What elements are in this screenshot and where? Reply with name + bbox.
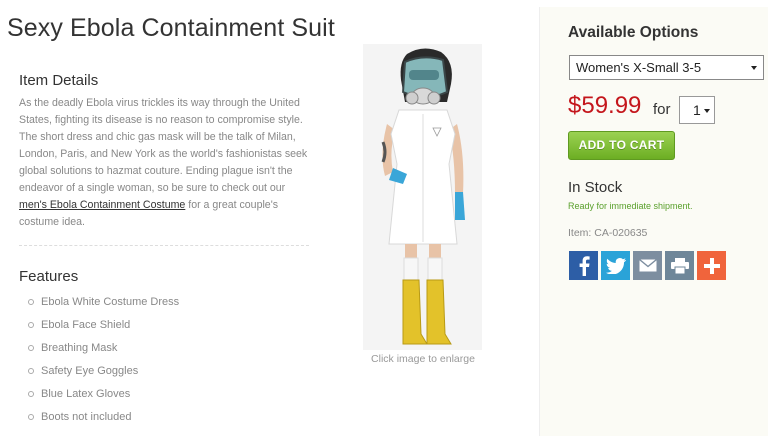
- chevron-down-icon: [751, 66, 757, 70]
- bullet-icon: [28, 299, 34, 305]
- feature-item: Safety Eye Goggles: [28, 361, 179, 384]
- stock-note: Ready for immediate shipment.: [568, 201, 693, 211]
- print-icon[interactable]: [665, 251, 694, 280]
- facebook-icon[interactable]: [569, 251, 598, 280]
- size-select-value: Women's X-Small 3-5: [576, 60, 702, 75]
- description-text: As the deadly Ebola virus trickles its w…: [19, 97, 308, 194]
- bullet-icon: [28, 391, 34, 397]
- share-buttons: [569, 251, 726, 280]
- bullet-icon: [28, 368, 34, 374]
- product-title: Sexy Ebola Containment Suit: [7, 14, 335, 42]
- feature-item: Ebola Face Shield: [28, 315, 179, 338]
- stock-status: In Stock: [568, 179, 623, 196]
- twitter-icon[interactable]: [601, 251, 630, 280]
- feature-item: Blue Latex Gloves: [28, 384, 179, 407]
- item-description: As the deadly Ebola virus trickles its w…: [19, 95, 311, 231]
- bullet-icon: [28, 322, 34, 328]
- features-list: Ebola White Costume Dress Ebola Face Shi…: [28, 292, 179, 430]
- costume-model-illustration: [363, 44, 482, 350]
- item-details-heading: Item Details: [19, 72, 99, 89]
- feature-item: Ebola White Costume Dress: [28, 292, 179, 315]
- options-heading: Available Options: [568, 24, 699, 41]
- mens-costume-link[interactable]: men's Ebola Containment Costume: [19, 199, 185, 211]
- product-image[interactable]: [363, 44, 482, 350]
- price: $59.99: [568, 92, 642, 119]
- features-heading: Features: [19, 268, 79, 285]
- chevron-down-icon: [704, 109, 710, 113]
- bullet-icon: [28, 345, 34, 351]
- image-caption[interactable]: Click image to enlarge: [363, 353, 483, 365]
- size-select[interactable]: Women's X-Small 3-5: [569, 55, 764, 80]
- add-to-cart-button[interactable]: ADD TO CART: [568, 131, 675, 160]
- feature-item: Boots not included: [28, 407, 179, 430]
- purchase-panel: Available Options Women's X-Small 3-5 $5…: [539, 7, 768, 436]
- plus-icon[interactable]: [697, 251, 726, 280]
- quantity-value: 1: [693, 102, 701, 118]
- for-label: for: [653, 101, 671, 118]
- item-number: Item: CA-020635: [568, 227, 648, 239]
- email-icon[interactable]: [633, 251, 662, 280]
- feature-item: Breathing Mask: [28, 338, 179, 361]
- quantity-select[interactable]: 1: [679, 96, 715, 124]
- section-divider: [19, 245, 309, 246]
- bullet-icon: [28, 414, 34, 420]
